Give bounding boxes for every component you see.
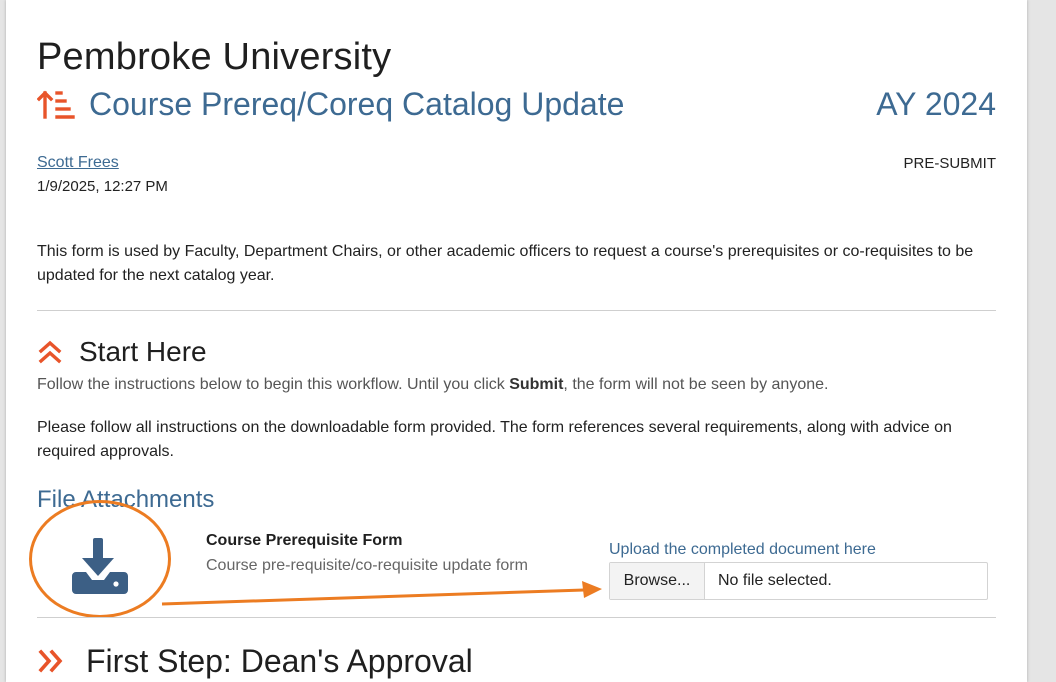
university-name: Pembroke University: [37, 36, 392, 78]
instructions: Follow the instructions below to begin t…: [37, 376, 828, 394]
instructions-suffix: , the form will not be seen by anyone.: [563, 376, 829, 393]
document-name: Course Prerequisite Form: [206, 532, 403, 549]
upload-label: Upload the completed document here: [609, 541, 876, 558]
divider: [37, 310, 996, 311]
instructions-submit-word: Submit: [509, 376, 564, 393]
section-title-start: Start Here: [79, 336, 207, 367]
file-upload-field[interactable]: Browse... No file selected.: [609, 562, 988, 600]
status-badge: PRE-SUBMIT: [903, 155, 996, 172]
instructions-prefix: Follow the instructions below to begin t…: [37, 376, 510, 393]
form-title: Course Prereq/Coreq Catalog Update: [89, 86, 625, 122]
form-page: Pembroke University Course Prereq/Coreq …: [6, 0, 1027, 682]
form-description: This form is used by Faculty, Department…: [37, 243, 974, 284]
file-status: No file selected.: [718, 572, 832, 589]
divider: [37, 617, 996, 618]
document-description: Course pre-requisite/co-requisite update…: [206, 557, 528, 574]
section-title-dean-approval: First Step: Dean's Approval: [86, 643, 473, 679]
instructions-paragraph: Please follow all instructions on the do…: [37, 419, 952, 460]
user-name-link[interactable]: Scott Frees: [37, 154, 119, 172]
chevron-double-up-icon: [38, 340, 62, 364]
sort-ascending-icon: [37, 90, 75, 119]
browse-button[interactable]: Browse...: [610, 563, 705, 599]
academic-year: AY 2024: [876, 86, 996, 122]
timestamp: 1/9/2025, 12:27 PM: [37, 178, 168, 195]
annotation-circle: [29, 500, 171, 618]
chevron-double-right-icon: [38, 649, 63, 673]
annotation-arrow: [161, 581, 602, 606]
